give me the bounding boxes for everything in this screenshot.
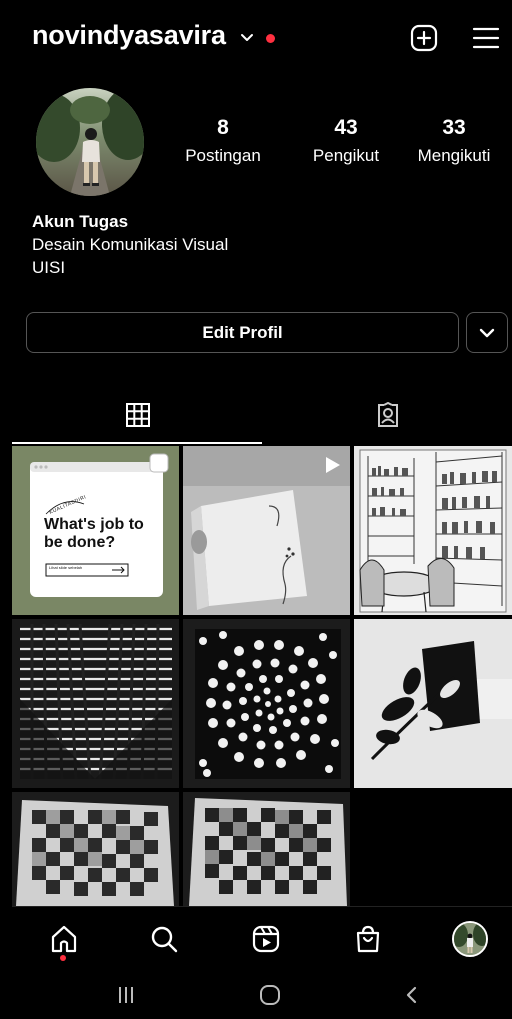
notification-dot (60, 955, 66, 961)
posts-label: Postingan (185, 146, 261, 165)
grid-post-4[interactable] (12, 619, 179, 788)
suggested-accounts-button[interactable] (466, 312, 508, 353)
following-count: 33 (442, 116, 466, 139)
stat-posts[interactable]: 8 Postingan (168, 116, 278, 166)
grid-post-2[interactable] (183, 446, 350, 615)
stat-followers[interactable]: 43 Pengikut (291, 116, 401, 166)
menu-icon[interactable] (470, 22, 502, 54)
post-3-thumbnail (354, 446, 512, 615)
shop-icon[interactable] (352, 923, 384, 955)
posts-count: 8 (217, 116, 229, 139)
display-name: Akun Tugas (32, 212, 129, 231)
followers-label: Pengikut (312, 146, 380, 165)
post-1-input-text: Lihat slide sebelah (49, 565, 83, 570)
grid-post-8[interactable] (183, 792, 350, 906)
home-button-icon[interactable] (258, 984, 282, 1006)
edit-profile-button[interactable]: Edit Profil (26, 312, 459, 353)
following-label: Mengikuti (417, 146, 491, 165)
post-7-thumbnail (12, 792, 179, 906)
top-bar: novindyasavira (12, 0, 512, 80)
post-1-heading: What's job to be done? (44, 516, 144, 551)
grid-post-6[interactable] (354, 619, 512, 788)
profile-avatar[interactable] (36, 88, 144, 196)
tagged-icon (378, 402, 398, 427)
grid-post-5[interactable] (183, 619, 350, 788)
post-8-thumbnail (183, 792, 350, 906)
bottom-navigation (12, 906, 512, 970)
profile-bio: Akun Tugas Desain Komunikasi Visual UISI (32, 210, 228, 279)
grid-icon (126, 403, 150, 427)
notification-dot (266, 34, 275, 43)
tab-posts-grid[interactable] (12, 384, 262, 444)
username-switcher[interactable]: novindyasavira (32, 20, 226, 51)
post-4-thumbnail (12, 619, 179, 788)
system-navigation-bar (12, 970, 512, 1019)
post-5-thumbnail (183, 619, 350, 788)
grid-post-1[interactable]: KUALITASDIRI What's job to be done? Liha… (12, 446, 179, 615)
back-icon[interactable] (400, 984, 424, 1006)
stat-following[interactable]: 33 Mengikuti (399, 116, 509, 166)
bio-line-1: Desain Komunikasi Visual (32, 235, 229, 254)
profile-screen: novindyasavira 8 Postingan 43 Pengikut 3… (12, 0, 512, 1019)
recent-apps-icon[interactable] (114, 984, 138, 1006)
grid-post-3[interactable] (354, 446, 512, 615)
bio-line-2: UISI (32, 258, 66, 277)
profile-avatar[interactable] (452, 921, 488, 957)
search-icon[interactable] (148, 923, 180, 955)
new-post-icon[interactable] (408, 22, 440, 54)
followers-count: 43 (334, 116, 358, 139)
chevron-down-icon (479, 328, 495, 338)
reels-indicator-icon (326, 457, 340, 473)
grid-post-7[interactable] (12, 792, 179, 906)
home-icon[interactable] (48, 923, 80, 955)
chevron-down-icon[interactable] (238, 28, 256, 46)
tab-tagged[interactable] (262, 384, 512, 444)
reels-icon[interactable] (250, 923, 282, 955)
post-6-thumbnail (354, 619, 512, 788)
